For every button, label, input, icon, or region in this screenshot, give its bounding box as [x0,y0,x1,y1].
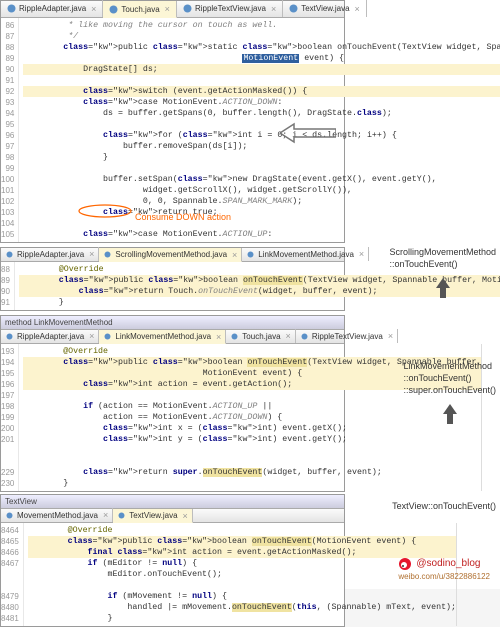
close-icon[interactable]: × [183,511,188,521]
tab-touch[interactable]: Touch.java × [226,329,296,343]
java-file-icon [103,250,112,259]
java-file-icon [183,4,192,13]
callstack-label-3: LinkMovementMethod ::onTouchEvent() ::su… [403,360,496,428]
java-file-icon [5,511,14,520]
tab-scrolling[interactable]: ScrollingMovementMethod.java × [99,248,242,262]
tab-rippleadapter[interactable]: RippleAdapter.java × [1,247,99,261]
code-area-2[interactable]: 88899091 @Override class="kw">public cla… [1,262,344,310]
tab-linkmovement[interactable]: LinkMovementMethod.java × [99,330,226,344]
label-line: TextView::onTouchEvent() [392,500,496,512]
tab-textview[interactable]: TextView.java × [283,0,367,17]
arrow-up-icon [438,402,462,426]
tab-touch[interactable]: Touch.java × [103,1,177,18]
java-file-icon [300,332,309,341]
pane-sub-header: method LinkMovementMethod [1,316,344,330]
watermark-url: weibo.com/u/3822886122 [398,571,490,583]
java-file-icon [117,511,126,520]
weibo-icon [398,557,412,571]
code-lines: @Override class="kw">public class="kw">b… [24,523,456,626]
tab-movementmethod[interactable]: MovementMethod.java × [1,508,113,522]
line-gutter: 8687888990919293949596979899100101102103… [1,18,19,242]
tab-label: RippleTextView.java [195,4,266,13]
label-line: ::onTouchEvent() [403,372,496,384]
tab-rippletextview[interactable]: RippleTextView.java × [177,0,283,17]
tab-bar-2: RippleAdapter.java × ScrollingMovementMet… [1,248,344,262]
close-icon[interactable]: × [359,249,364,259]
tab-textview[interactable]: TextView.java × [113,509,193,523]
arrow-up-icon [431,276,455,300]
tab-label: LinkMovementMethod.java [115,332,211,341]
line-gutter: 193194195196197198199200201229230 [1,344,19,491]
tab-label: RippleAdapter.java [17,250,84,259]
tab-rippleadapter[interactable]: RippleAdapter.java × [1,329,99,343]
java-file-icon [289,4,298,13]
tab-linkmovement[interactable]: LinkMovementMethod.java × [242,247,369,261]
editor-panel-2: RippleAdapter.java × ScrollingMovementMet… [0,247,345,311]
callstack-label-2: ScrollingMovementMethod ::onTouchEvent() [389,246,496,302]
close-icon[interactable]: × [103,510,108,520]
editor-panel-3: method LinkMovementMethod RippleAdapter.… [0,315,345,492]
arrow-left-icon [280,122,336,144]
java-file-icon [7,4,16,13]
tab-bar-4: MovementMethod.java × TextView.java × [1,509,344,523]
tab-label: Touch.java [242,332,280,341]
callstack-label-4: TextView::onTouchEvent() [392,500,496,512]
editor-panel-4: TextView MovementMethod.java × TextView.j… [0,494,345,627]
tab-rippletextview[interactable]: RippleTextView.java × [296,329,398,343]
java-file-icon [246,250,255,259]
close-icon[interactable]: × [89,249,94,259]
code-area-3[interactable]: 193194195196197198199200201229230 @Overr… [1,344,344,491]
watermark: @sodino_blog weibo.com/u/3822886122 [398,557,490,583]
close-icon[interactable]: × [91,4,96,14]
tab-label: RippleTextView.java [312,332,383,341]
tab-label: RippleAdapter.java [19,4,86,13]
label-line: ::super.onTouchEvent() [403,384,496,396]
code-area-4[interactable]: 8464846584668467847984808481 @Override c… [1,523,344,626]
java-file-icon [5,250,14,259]
java-file-icon [103,332,112,341]
close-icon[interactable]: × [89,331,94,341]
tab-bar-1: RippleAdapter.java × Touch.java × RippleTe… [1,1,344,18]
tab-label: TextView.java [129,511,177,520]
label-line: LinkMovementMethod [403,360,496,372]
tab-bar-3: RippleAdapter.java × LinkMovementMethod.j… [1,330,344,344]
java-file-icon [5,332,14,341]
tab-label: Touch.java [121,5,159,14]
close-icon[interactable]: × [286,331,291,341]
close-icon[interactable]: × [216,332,221,342]
tab-label: RippleAdapter.java [17,332,84,341]
java-file-icon [109,5,118,14]
line-gutter: 8464846584668467847984808481 [1,523,24,626]
label-line: ScrollingMovementMethod [389,246,496,258]
close-icon[interactable]: × [388,331,393,341]
java-file-icon [230,332,239,341]
tab-label: ScrollingMovementMethod.java [115,250,227,259]
pane-sub-header: TextView [1,495,344,509]
line-gutter: 88899091 [1,262,15,310]
close-icon[interactable]: × [355,4,360,14]
tab-rippleadapter[interactable]: RippleAdapter.java × [1,0,103,17]
label-line: ::onTouchEvent() [389,258,496,270]
close-icon[interactable]: × [165,4,170,14]
tab-label: MovementMethod.java [17,511,98,520]
close-icon[interactable]: × [271,4,276,14]
circle-mark-icon [77,204,133,218]
annotation-consume-down: Consume DOWN action [135,212,231,222]
watermark-user: @sodino_blog [416,558,480,570]
tab-label: TextView.java [301,4,349,13]
close-icon[interactable]: × [232,250,237,260]
tab-label: LinkMovementMethod.java [258,250,354,259]
